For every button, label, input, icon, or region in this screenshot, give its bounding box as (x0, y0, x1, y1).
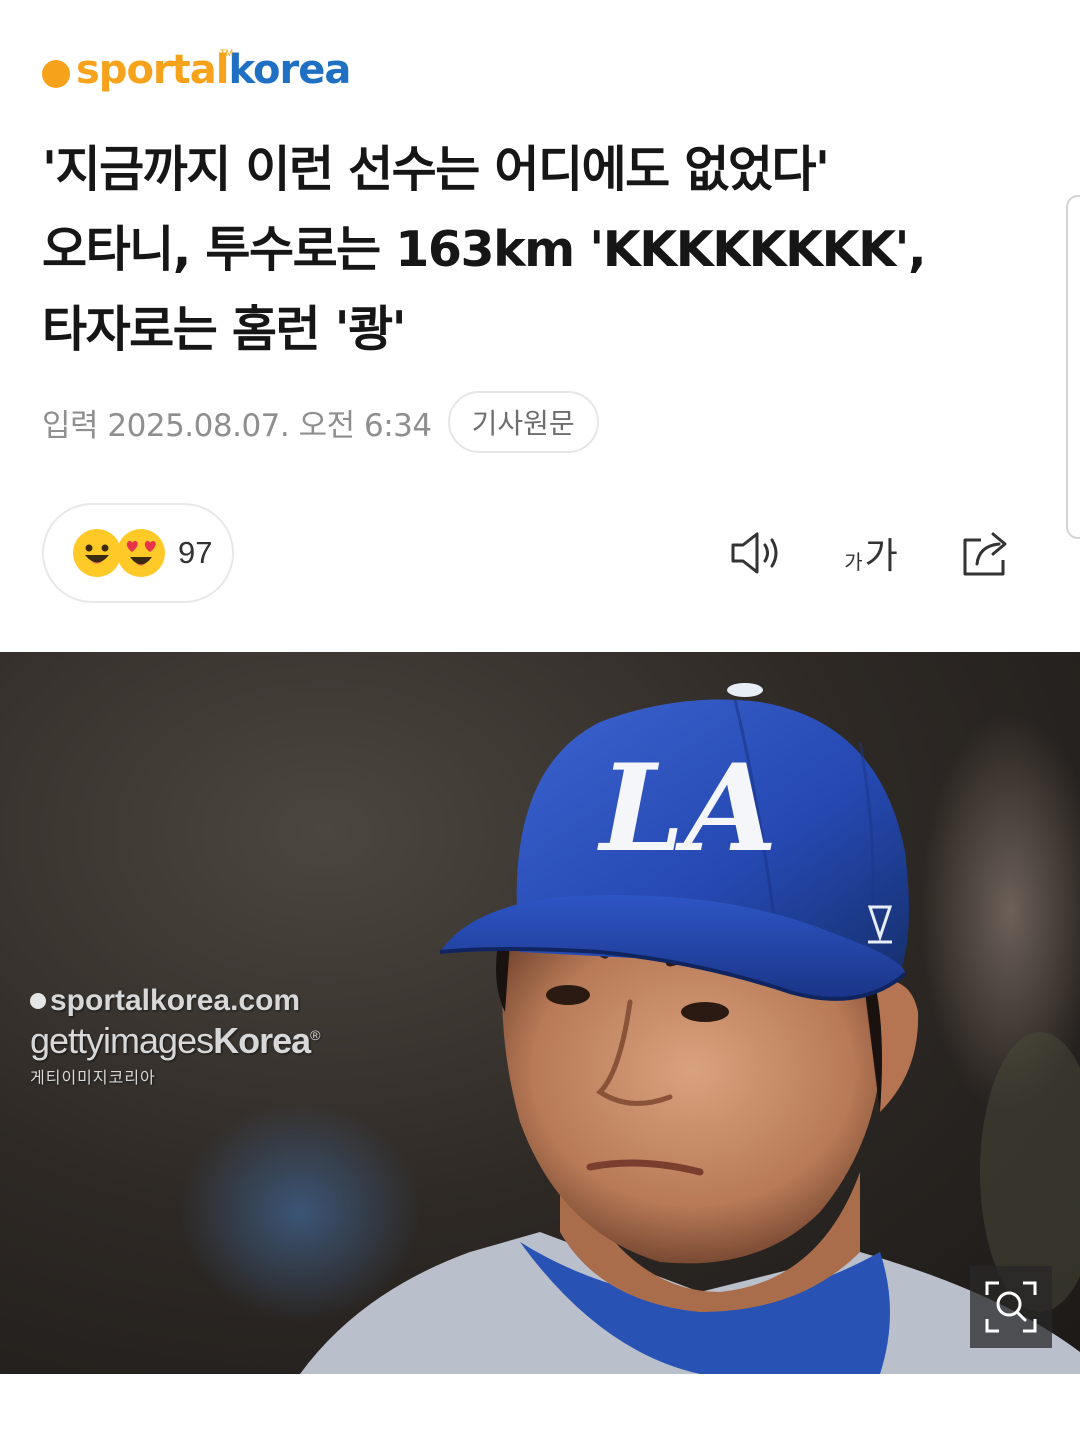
title-line-3: 타자로는 홈런 '쾅' (42, 301, 407, 358)
watermark-site: sportalkorea.com (50, 984, 301, 1017)
watermark-getty: gettyimages (30, 1020, 214, 1061)
heart-eyes-emoji-icon (116, 528, 166, 578)
font-size-small-label: 가 (844, 549, 863, 574)
cap-la-logo: LA (597, 738, 777, 879)
logo-wordmark: sportalkorea (76, 47, 351, 93)
watermark-korea: Korea (213, 1020, 311, 1061)
logo-dot-icon (42, 60, 70, 88)
share-icon[interactable] (958, 523, 1016, 583)
reaction-count: 97 (178, 535, 213, 570)
article-meta: 입력 2025.08.07. 오전 6:34 기사원문 (42, 390, 599, 454)
zoom-icon[interactable] (970, 1266, 1052, 1348)
title-line-2: 오타니, 투수로는 163km 'KKKKKKKK', (42, 221, 927, 278)
side-scroll-handle[interactable] (1066, 195, 1080, 539)
photo-watermark: sportalkorea.com gettyimagesKorea® 게티이미지… (30, 984, 321, 1088)
speaker-icon[interactable] (728, 523, 786, 583)
title-line-1: '지금까지 이런 선수는 어디에도 없었다' (42, 141, 830, 198)
font-size-icon[interactable]: 가 가 (838, 523, 904, 583)
article-photo[interactable]: LA sportalkorea.com gettyimagesKorea® 게티… (0, 652, 1080, 1374)
smile-emoji-icon (72, 528, 122, 578)
watermark-korean: 게티이미지코리아 (30, 1070, 156, 1087)
publish-date: 입력 2025.08.07. 오전 6:34 (42, 407, 432, 444)
logo-trademark: TM (220, 48, 233, 58)
watermark-registered: ® (310, 1027, 320, 1043)
font-size-large-label: 가 (864, 536, 898, 577)
reaction-button[interactable]: 97 (42, 503, 234, 603)
watermark-dot-icon (30, 993, 46, 1009)
article-title: '지금까지 이런 선수는 어디에도 없었다' 오타니, 투수로는 163km '… (42, 130, 1042, 370)
original-article-button[interactable]: 기사원문 (447, 391, 599, 453)
site-logo[interactable]: sportalkorea TM (42, 44, 351, 96)
